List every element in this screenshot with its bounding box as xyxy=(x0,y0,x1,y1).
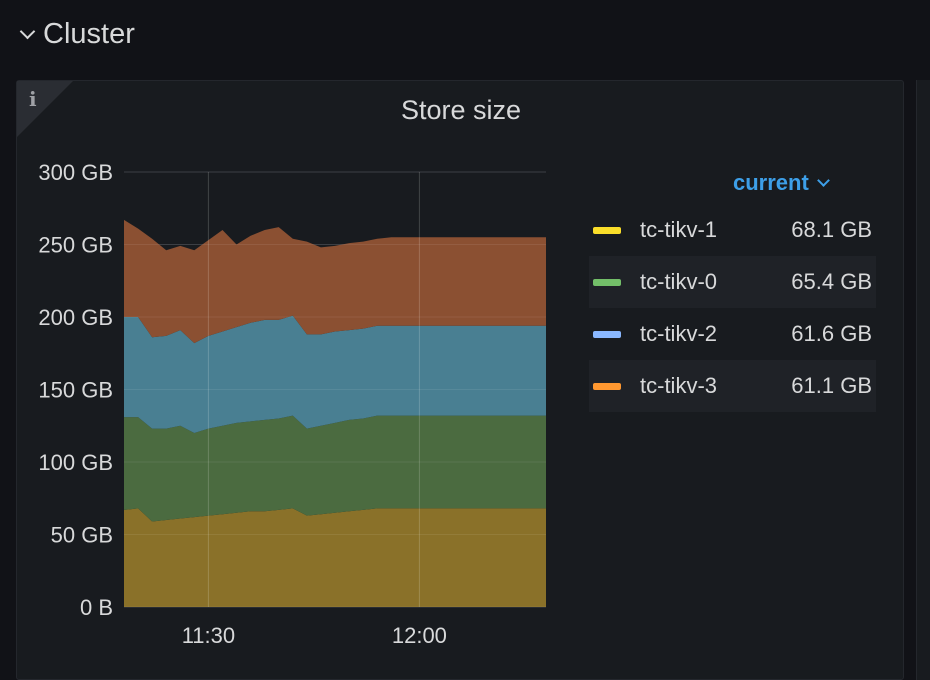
legend-item[interactable]: tc-tikv-2 61.6 GB xyxy=(589,308,876,360)
legend-series-name[interactable]: tc-tikv-1 xyxy=(640,217,791,243)
y-tick-label: 50 GB xyxy=(51,523,113,548)
legend-series-name[interactable]: tc-tikv-2 xyxy=(640,321,791,347)
legend-item[interactable]: tc-tikv-3 61.1 GB xyxy=(589,360,876,412)
y-tick-label: 200 GB xyxy=(38,305,113,330)
x-tick-label: 11:30 xyxy=(182,623,235,648)
y-tick-label: 150 GB xyxy=(38,378,113,403)
legend-header-label[interactable]: current xyxy=(733,170,809,196)
x-tick-label: 12:00 xyxy=(392,623,447,648)
series-area-tc-tikv-3 xyxy=(124,219,546,344)
chart-areas xyxy=(124,171,546,608)
y-tick-label: 250 GB xyxy=(38,233,113,258)
legend-item[interactable]: tc-tikv-1 68.1 GB xyxy=(589,204,876,256)
legend-swatch xyxy=(593,226,621,234)
legend-current-value: 65.4 GB xyxy=(791,269,872,294)
legend-series-name[interactable]: tc-tikv-3 xyxy=(640,373,791,399)
legend-swatch xyxy=(593,278,621,286)
y-tick-label: 100 GB xyxy=(38,450,113,475)
legend-current-value: 68.1 GB xyxy=(791,217,872,242)
y-axis-ticks: 0 B 50 GB 100 GB 150 GB 200 GB 250 GB 300 GB xyxy=(38,160,113,620)
series-area-tc-tikv-0 xyxy=(124,415,546,522)
x-axis-ticks: 11:30 12:00 xyxy=(182,623,447,648)
legend-current-value: 61.1 GB xyxy=(791,373,872,398)
legend-swatch xyxy=(593,330,621,338)
legend-swatch xyxy=(593,382,621,390)
legend-sort-header[interactable]: current xyxy=(733,170,830,196)
legend-current-value: 61.6 GB xyxy=(791,321,872,346)
y-tick-label: 0 B xyxy=(80,595,113,620)
legend-series-name[interactable]: tc-tikv-0 xyxy=(640,269,791,295)
legend-item[interactable]: tc-tikv-0 65.4 GB xyxy=(589,256,876,308)
series-area-tc-tikv-1 xyxy=(124,508,546,607)
chevron-down-icon[interactable] xyxy=(816,173,830,187)
y-tick-label: 300 GB xyxy=(38,160,113,185)
legend: tc-tikv-1 68.1 GB tc-tikv-0 65.4 GB tc-t… xyxy=(589,204,876,412)
